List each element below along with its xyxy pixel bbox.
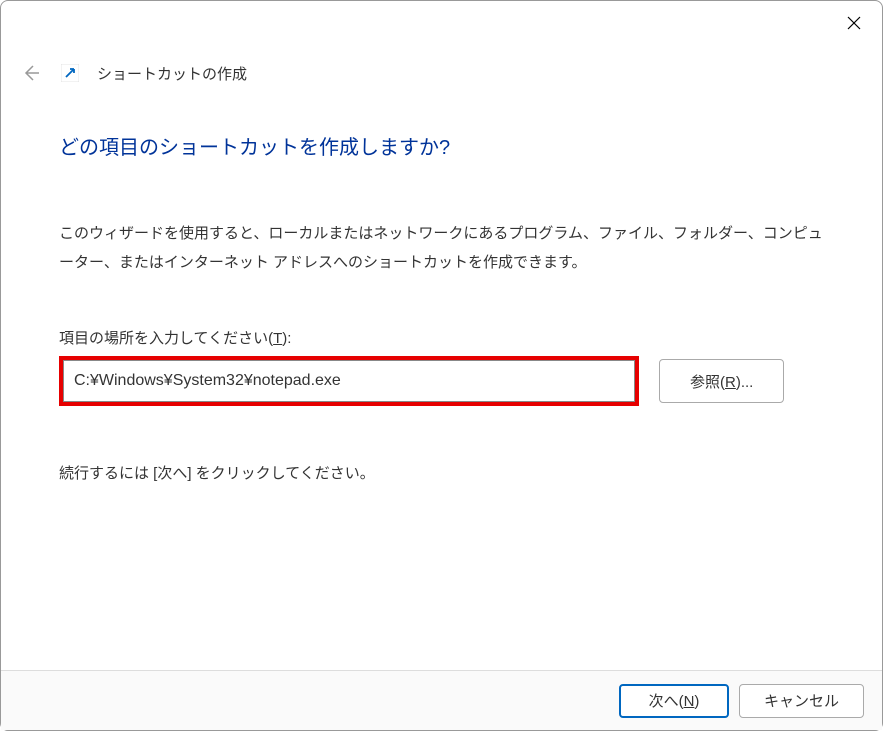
- dialog-header: ショートカットの作成: [19, 61, 247, 85]
- dialog-footer: 次へ(N) キャンセル: [1, 670, 882, 730]
- dialog-title: ショートカットの作成: [97, 63, 247, 84]
- description-text: このウィザードを使用すると、ローカルまたはネットワークにあるプログラム、ファイル…: [59, 220, 824, 277]
- close-button[interactable]: [844, 13, 864, 33]
- back-button[interactable]: [19, 61, 43, 85]
- continue-instruction: 続行するには [次へ] をクリックしてください。: [59, 462, 824, 483]
- close-icon: [847, 16, 861, 30]
- page-heading: どの項目のショートカットを作成しますか?: [59, 131, 824, 160]
- wizard-content: どの項目のショートカットを作成しますか? このウィザードを使用すると、ローカルま…: [59, 131, 824, 483]
- next-button[interactable]: 次へ(N): [619, 684, 729, 718]
- location-input[interactable]: [63, 360, 635, 402]
- cancel-button[interactable]: キャンセル: [739, 684, 864, 718]
- arrow-left-icon: [21, 63, 41, 83]
- path-input-highlight: [59, 356, 639, 406]
- input-row: 参照(R)...: [59, 356, 824, 406]
- shortcut-icon: [61, 64, 79, 82]
- browse-button[interactable]: 参照(R)...: [659, 359, 784, 403]
- location-label: 項目の場所を入力してください(T):: [59, 327, 824, 348]
